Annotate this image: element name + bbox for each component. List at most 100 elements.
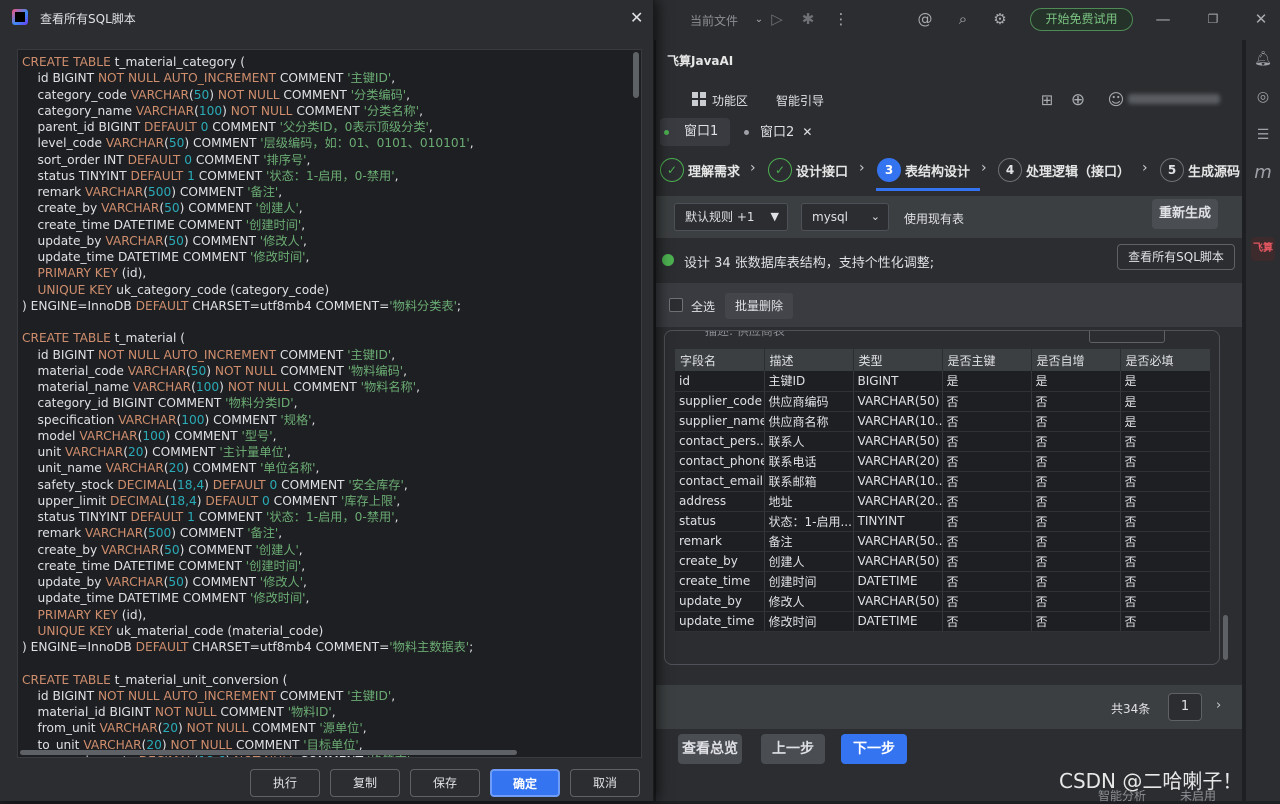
user-avatar-icon[interactable]: ☺ [1107,91,1125,109]
table-row[interactable]: create_by 创建人 VARCHAR(50) 否否否 [675,551,1211,572]
window-close-icon[interactable]: ✕ [1252,10,1270,28]
step-design-api[interactable]: ✓ 设计接口 [768,155,848,185]
ok-button[interactable]: 确定 [490,769,560,797]
success-check-icon [662,254,674,266]
table-row[interactable]: id 主键ID BIGINT 是是是 [675,371,1211,392]
table-action-button[interactable] [1089,331,1165,343]
more-vertical-icon[interactable]: ⋮ [832,10,850,28]
m-plugin-icon[interactable]: m [1254,164,1272,182]
bulk-delete-button[interactable]: 批量删除 [725,293,793,319]
table-cell: 否 [942,551,1032,572]
sql-editor[interactable]: CREATE TABLE t_material_category ( id BI… [17,49,642,758]
table-row[interactable]: contact_email 联系邮箱 VARCHAR(10... 否否否 [675,471,1211,492]
run-icon[interactable]: ▷ [768,10,786,28]
dialog-title: 查看所有SQL脚本 [40,12,136,26]
table-cell: 否 [1120,531,1211,552]
ai-chat-icon[interactable]: ◎ [1254,88,1272,106]
pagination-total: 共34条 [1111,702,1151,716]
add-circle-icon[interactable]: ⊕ [1069,91,1087,109]
features-tab[interactable]: 功能区 [712,92,748,109]
table-row[interactable]: contact_phone 联系电话 VARCHAR(20) 否否否 [675,451,1211,472]
minimize-icon[interactable]: — [1154,10,1172,28]
view-all-sql-button[interactable]: 查看所有SQL脚本 [1117,244,1235,270]
step-table-design[interactable]: 3 表结构设计 [877,155,970,185]
step-label: 表结构设计 [905,164,971,180]
use-existing-tables-option[interactable]: 使用现有表 [904,210,964,227]
feisuan-panel: 飞算JavaAI 功能区 智能引导 ⊞ ⊕ ☺ 窗口1 窗口2 ✕ ✓ 理解需求… [656,40,1242,801]
horizontal-scrollbar[interactable] [20,750,517,755]
page-number-input[interactable]: 1 [1168,693,1202,721]
view-overview-button[interactable]: 查看总览 [678,734,742,764]
table-row[interactable]: create_time 创建时间 DATETIME 否否否 [675,571,1211,592]
table-row[interactable]: supplier_name 供应商名称 VARCHAR(10... 否否是 [675,411,1211,432]
table-row[interactable]: contact_pers... 联系人 VARCHAR(50) 否否否 [675,431,1211,452]
next-page-chevron-icon[interactable]: › [1216,698,1221,713]
previous-step-button[interactable]: 上一步 [761,734,825,764]
tab-window-1[interactable]: 窗口1 [660,118,730,146]
restore-window-icon[interactable]: ❐ [1204,10,1222,28]
ai-assistant-icon[interactable]: @ [916,10,934,28]
code-line: PRIMARY KEY (id), [37,266,147,281]
table-cell: 联系电话 [764,451,854,472]
status-bar-smart-analysis[interactable]: 智能分析 [1098,787,1146,804]
next-step-button[interactable]: 下一步 [841,734,907,764]
step-process-logic[interactable]: 4 处理逻辑（接口） [998,155,1130,185]
code-line: id BIGINT NOT NULL AUTO_INCREMENT COMMEN… [22,688,396,703]
step-understand-requirements[interactable]: ✓ 理解需求 [660,155,740,185]
table-cell: address [675,491,765,512]
table-cell: 否 [1120,431,1211,452]
feisuan-plugin-icon[interactable]: 飞算 [1251,237,1275,261]
execute-button[interactable]: 执行 [250,769,320,797]
copy-button[interactable]: 复制 [330,769,400,797]
intellij-logo-icon [12,9,28,25]
step-check-icon: ✓ [768,158,792,182]
smart-guide-tab[interactable]: 智能引导 [776,92,824,109]
regenerate-button[interactable]: 重新生成 [1152,199,1218,229]
save-button[interactable]: 保存 [410,769,480,797]
table-row[interactable]: update_by 修改人 VARCHAR(50) 否否否 [675,591,1211,612]
database-type-select[interactable]: mysql ⌄ [801,203,889,231]
step-generate-source[interactable]: 5 生成源码 [1160,155,1240,185]
current-step-indicator [876,188,980,191]
code-line: create_by VARCHAR(50) COMMENT '创建人', [22,201,303,216]
status-bar-disabled[interactable]: 未启用 [1180,787,1216,804]
table-cell: 否 [942,611,1032,632]
rule-select[interactable]: 默认规则 +1 ▼ [674,203,788,231]
tab-window-2[interactable]: 窗口2 ✕ [740,118,820,146]
table-row[interactable]: address 地址 VARCHAR(20... 否否否 [675,491,1211,512]
tab-close-icon[interactable]: ✕ [798,125,812,139]
table-cell: 否 [942,451,1032,472]
code-line: update_by VARCHAR(50) COMMENT '修改人', [22,233,307,248]
notifications-bell-icon[interactable]: 🔔︎ [1254,50,1272,68]
table-row[interactable]: supplier_code 供应商编码 VARCHAR(50) 否否是 [675,391,1211,412]
step-label: 理解需求 [688,164,741,180]
new-window-icon[interactable]: ⊞ [1038,91,1056,109]
close-icon[interactable]: ✕ [630,8,643,27]
current-file-menu[interactable]: 当前文件 [690,12,738,29]
chevron-down-icon[interactable]: ⌄ [750,11,768,29]
table-cell: 创建时间 [764,571,854,592]
table-row[interactable]: remark 备注 VARCHAR(50... 否否否 [675,531,1211,552]
pagination-bar [656,685,1242,729]
start-free-trial-button[interactable]: 开始免费试用 [1030,8,1133,31]
table-cell: 主键ID [764,371,854,392]
cancel-button[interactable]: 取消 [570,769,640,797]
vertical-scrollbar[interactable] [633,52,639,98]
table-cell: VARCHAR(50) [853,431,943,452]
table-cell: 是 [942,371,1032,392]
table-row[interactable]: status 状态：1-启用... TINYINT 否否否 [675,511,1211,532]
table-row[interactable]: update_time 修改时间 DATETIME 否否否 [675,611,1211,632]
code-line: ) ENGINE=InnoDB DEFAULT CHARSET=utf8mb4 … [22,298,462,313]
select-all-checkbox[interactable] [669,298,683,312]
search-icon[interactable]: ⌕ [954,10,972,28]
database-icon[interactable]: ☰ [1254,126,1272,144]
step-number: 3 [877,158,901,182]
table-cell: 创建人 [764,551,854,572]
debug-icon[interactable]: ✱ [799,10,817,28]
table-cell: 否 [1031,611,1121,632]
code-line: update_by VARCHAR(50) COMMENT '修改人', [22,575,307,589]
table-scrollbar[interactable] [1223,615,1228,660]
code-line: UNIQUE KEY uk_material_code (material_co… [37,623,324,638]
settings-gear-icon[interactable]: ⚙ [991,10,1009,28]
